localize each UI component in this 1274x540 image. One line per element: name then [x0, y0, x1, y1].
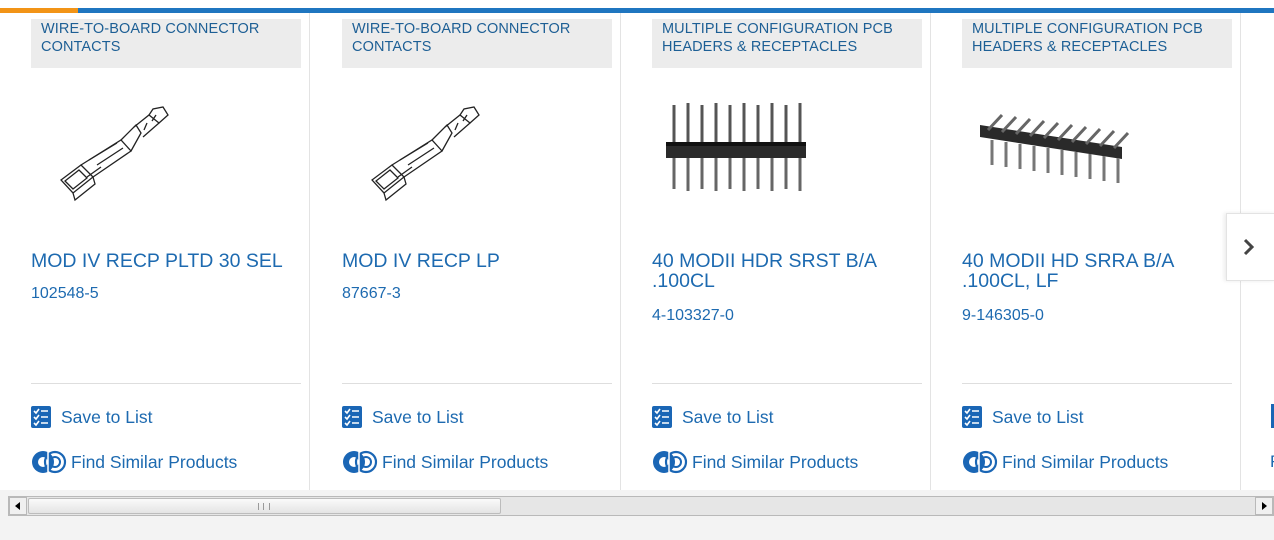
save-to-list-label: Save to List — [682, 406, 774, 427]
product-category[interactable]: WIRE-TO-BOARD CONNECTOR CONTACTS — [342, 19, 612, 68]
product-card: MULTIPLE CONFIGURATION PCB HEADERS & REC… — [931, 13, 1241, 490]
save-to-list-button[interactable]: Save to List — [31, 405, 152, 429]
product-category[interactable]: MULTIPLE CONFIGURATION PCB HEADERS & REC… — [962, 19, 1232, 68]
grip-icon — [258, 503, 270, 510]
save-to-list-label: Save to List — [992, 406, 1084, 427]
find-similar-label: Find Similar Products — [1002, 451, 1169, 472]
carousel-next-button[interactable] — [1226, 213, 1274, 281]
find-similar-icon — [32, 450, 67, 474]
find-similar-icon — [343, 450, 378, 474]
product-card: MULTIPLE CONFIGURATION PCB HEADERS & REC… — [621, 13, 931, 490]
save-to-list-button[interactable]: Save to List — [342, 405, 463, 429]
save-to-list-button[interactable]: Save to List — [962, 405, 1083, 429]
straight-pin-header-image[interactable] — [652, 85, 852, 210]
checklist-icon — [342, 406, 362, 428]
part-number: 4-103327-0 — [652, 307, 734, 324]
divider — [652, 383, 922, 384]
find-similar-products-button[interactable]: Find Similar Products — [962, 450, 1168, 474]
scroll-right-button[interactable] — [1255, 497, 1273, 515]
divider — [342, 383, 612, 384]
checklist-icon — [962, 406, 982, 428]
arrow-left-icon — [15, 502, 20, 510]
save-to-list-button[interactable]: Save to List — [652, 405, 773, 429]
part-number: 9-146305-0 — [962, 307, 1044, 324]
crimp-contact-image[interactable] — [342, 85, 542, 210]
part-number: 102548-5 — [31, 285, 99, 302]
product-category[interactable]: WIRE-TO-BOARD CONNECTOR CONTACTS — [31, 19, 301, 68]
scrollbar-thumb[interactable] — [28, 498, 501, 514]
checklist-icon — [31, 406, 51, 428]
find-similar-label: Find Similar Products — [71, 451, 238, 472]
find-similar-products-button[interactable]: Find Similar Products — [342, 450, 548, 474]
divider — [31, 383, 301, 384]
product-name-link[interactable]: MOD IV RECP PLTD 30 SEL — [31, 251, 301, 271]
save-to-list-label: Save to List — [61, 406, 153, 427]
find-similar-label-partial: F — [1270, 452, 1274, 472]
product-name-link[interactable]: 40 MODII HD SRRA B/A .100CL, LF — [962, 251, 1232, 291]
part-number: 87667-3 — [342, 285, 401, 302]
find-similar-icon — [963, 450, 998, 474]
product-carousel: WIRE-TO-BOARD CONNECTOR CONTACTS MOD IV … — [0, 0, 1274, 490]
find-similar-products-button[interactable]: Find Similar Products — [31, 450, 237, 474]
find-similar-label: Find Similar Products — [692, 451, 859, 472]
arrow-right-icon — [1262, 502, 1267, 510]
save-to-list-label: Save to List — [372, 406, 464, 427]
find-similar-icon — [653, 450, 688, 474]
product-name-link[interactable]: 40 MODII HDR SRST B/A .100CL — [652, 251, 922, 291]
scroll-left-button[interactable] — [9, 497, 27, 515]
right-angle-header-image[interactable] — [962, 85, 1162, 210]
divider — [962, 383, 1232, 384]
find-similar-products-button[interactable]: Find Similar Products — [652, 450, 858, 474]
product-name-link[interactable]: MOD IV RECP LP — [342, 251, 612, 271]
product-card: WIRE-TO-BOARD CONNECTOR CONTACTS MOD IV … — [311, 13, 621, 490]
chevron-right-icon — [1243, 238, 1255, 256]
find-similar-label: Find Similar Products — [382, 451, 549, 472]
checklist-icon — [652, 406, 672, 428]
crimp-contact-image[interactable] — [31, 85, 231, 210]
horizontal-scrollbar[interactable] — [8, 496, 1274, 516]
product-card: WIRE-TO-BOARD CONNECTOR CONTACTS MOD IV … — [0, 13, 310, 490]
product-category[interactable]: MULTIPLE CONFIGURATION PCB HEADERS & REC… — [652, 19, 922, 68]
